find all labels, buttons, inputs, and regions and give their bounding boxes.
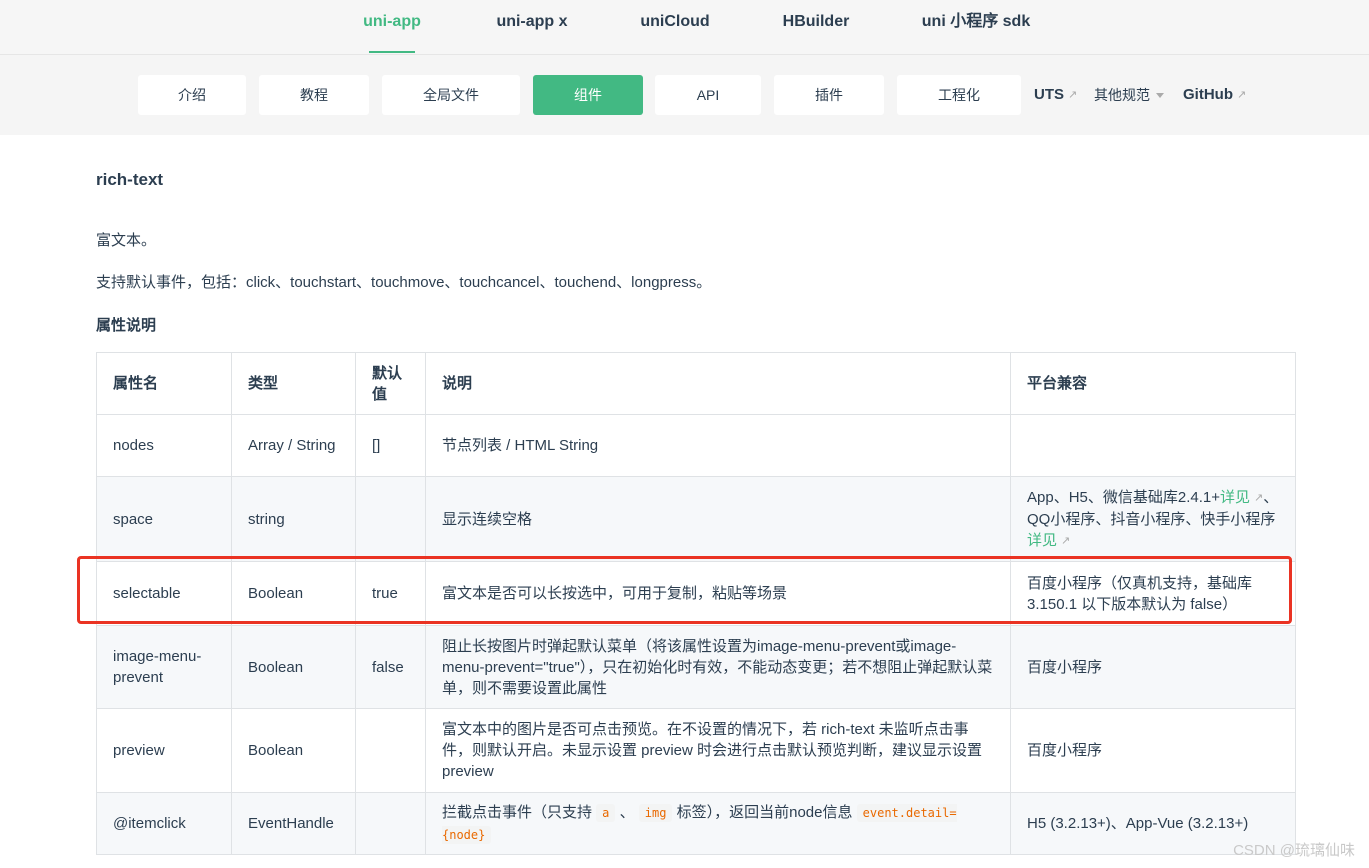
external-link-icon: ↗ <box>1237 89 1247 101</box>
details-link[interactable]: 详见 <box>1220 489 1250 506</box>
uts-label: UTS <box>1034 86 1064 103</box>
github-link[interactable]: GitHub ↗ <box>1183 85 1246 105</box>
component-title: rich-text <box>96 170 164 189</box>
uts-link[interactable]: UTS ↗ <box>1034 85 1077 105</box>
table-row: space string 显示连续空格 App、H5、微信基础库2.4.1+详见… <box>96 476 1296 562</box>
description-text: 拦截点击事件（只支持 <box>442 803 597 821</box>
attributes-table: 属性名 类型 默认值 说明 平台兼容 nodes Array / String … <box>96 352 1296 855</box>
cell-name: @itemclick <box>96 792 232 855</box>
cell-platform: 百度小程序（仅真机支持，基础库 3.150.1 以下版本默认为 false） <box>1010 561 1296 626</box>
cell-default: true <box>355 561 426 626</box>
top-nav: uni-app uni-app x uniCloud HBuilder uni … <box>0 0 1369 55</box>
tab-label: HBuilder <box>782 13 850 30</box>
cell-type: Array / String <box>231 414 356 477</box>
cell-default: false <box>355 625 426 709</box>
tab-uni-app-x[interactable]: uni-app x <box>490 0 574 55</box>
header-name: 属性名 <box>96 352 232 415</box>
cell-default <box>355 476 426 562</box>
code-img: img <box>638 803 673 822</box>
cell-name: nodes <box>96 414 232 477</box>
tab-unicloud[interactable]: uniCloud <box>636 0 714 55</box>
header-default: 默认值 <box>355 352 426 415</box>
cell-platform: 百度小程序 <box>1010 625 1296 709</box>
cell-type: Boolean <box>231 561 356 626</box>
description-line-1: 富文本。 <box>96 232 157 249</box>
github-label: GitHub <box>1183 86 1233 103</box>
cell-type: string <box>231 476 356 562</box>
cell-name: selectable <box>96 561 232 626</box>
details-link[interactable]: 详见 <box>1027 532 1057 549</box>
table-row: preview Boolean 富文本中的图片是否可点击预览。在不设置的情况下，… <box>96 708 1296 793</box>
active-tab-underline <box>369 51 415 53</box>
nav-button-tutorial[interactable]: 教程 <box>259 75 369 115</box>
watermark: CSDN @琉璃仙味 <box>1233 842 1355 859</box>
cell-default <box>355 708 426 793</box>
nav-button-api[interactable]: API <box>655 75 761 115</box>
cell-type: Boolean <box>231 708 356 793</box>
nav-button-plugins[interactable]: 插件 <box>774 75 884 115</box>
header-description: 说明 <box>425 352 1011 415</box>
other-specs-dropdown[interactable]: 其他规范 <box>1094 85 1164 105</box>
cell-description: 拦截点击事件（只支持 a 、 img 标签），返回当前node信息 event.… <box>425 792 1011 855</box>
cell-description: 节点列表 / HTML String <box>425 414 1011 477</box>
cell-name: preview <box>96 708 232 793</box>
cell-platform <box>1010 414 1296 477</box>
external-link-icon: ↗ <box>1061 534 1071 547</box>
tab-label: uni-app <box>363 13 421 30</box>
header-default-line1: 默认 <box>372 364 403 382</box>
cell-default: [] <box>355 414 426 477</box>
external-link-icon: ↗ <box>1254 491 1264 504</box>
header-type: 类型 <box>231 352 356 415</box>
cell-name: space <box>96 476 232 562</box>
cell-type: EventHandle <box>231 792 356 855</box>
caret-down-icon <box>1156 93 1164 98</box>
description-text: 标签），返回当前node信息 <box>672 803 857 821</box>
cell-description: 阻止长按图片时弹起默认菜单（将该属性设置为image-menu-prevent或… <box>425 625 1011 709</box>
nav-button-components[interactable]: 组件 <box>533 75 643 115</box>
nav-button-global-files[interactable]: 全局文件 <box>382 75 520 115</box>
code-a: a <box>596 803 616 822</box>
tab-hbuilder[interactable]: HBuilder <box>778 0 854 55</box>
cell-name: image-menu-prevent <box>96 625 232 709</box>
platform-text: App、H5、微信基础库2.4.1+ <box>1027 488 1220 506</box>
table-row: @itemclick EventHandle 拦截点击事件（只支持 a 、 im… <box>96 792 1296 855</box>
header-platform: 平台兼容 <box>1010 352 1296 415</box>
attributes-heading: 属性说明 <box>96 317 157 334</box>
tab-label: uniCloud <box>640 13 710 30</box>
cell-description: 富文本中的图片是否可点击预览。在不设置的情况下，若 rich-text 未监听点… <box>425 708 1011 793</box>
table-header-row: 属性名 类型 默认值 说明 平台兼容 <box>96 352 1296 415</box>
description-text: 、 <box>615 803 639 821</box>
table-row: image-menu-prevent Boolean false 阻止长按图片时… <box>96 625 1296 709</box>
nav-button-intro[interactable]: 介绍 <box>138 75 246 115</box>
cell-description: 显示连续空格 <box>425 476 1011 562</box>
cell-platform: 百度小程序 <box>1010 708 1296 793</box>
table-row: selectable Boolean true 富文本是否可以长按选中，可用于复… <box>96 561 1296 626</box>
cell-default <box>355 792 426 855</box>
nav-button-engineering[interactable]: 工程化 <box>897 75 1021 115</box>
tab-label: uni 小程序 sdk <box>921 13 1031 30</box>
header-default-line2: 值 <box>372 385 388 403</box>
external-link-icon: ↗ <box>1068 89 1078 101</box>
sub-nav: 介绍 教程 全局文件 组件 API 插件 工程化 UTS ↗ 其他规范 GitHu… <box>0 55 1369 135</box>
tab-uni-app[interactable]: uni-app <box>356 0 428 55</box>
cell-description: 富文本是否可以长按选中，可用于复制，粘贴等场景 <box>425 561 1011 626</box>
cell-type: Boolean <box>231 625 356 709</box>
tab-label: uni-app x <box>496 13 568 30</box>
description-line-2: 支持默认事件，包括：click、touchstart、touchmove、tou… <box>96 274 712 291</box>
table-row: nodes Array / String [] 节点列表 / HTML Stri… <box>96 414 1296 477</box>
cell-platform: App、H5、微信基础库2.4.1+详见 ↗、QQ小程序、抖音小程序、快手小程序详… <box>1010 476 1296 562</box>
tab-uni-mini-program-sdk[interactable]: uni 小程序 sdk <box>916 0 1036 55</box>
other-specs-label: 其他规范 <box>1094 87 1150 103</box>
